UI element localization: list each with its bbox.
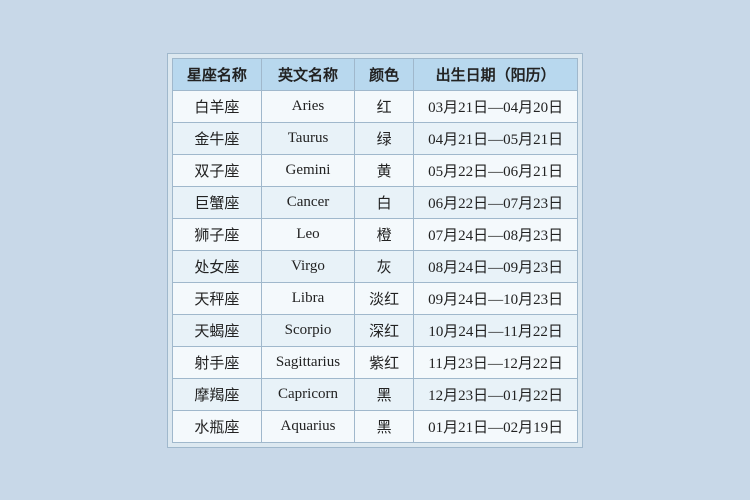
- cell-date: 06月22日—07月23日: [414, 186, 578, 218]
- table-container: 星座名称 英文名称 颜色 出生日期（阳历） 白羊座Aries红03月21日—04…: [167, 53, 583, 448]
- header-english-name: 英文名称: [261, 58, 354, 90]
- table-row: 狮子座Leo橙07月24日—08月23日: [172, 218, 577, 250]
- cell-chinese: 天蝎座: [172, 314, 261, 346]
- cell-english: Gemini: [261, 154, 354, 186]
- cell-english: Aries: [261, 90, 354, 122]
- cell-chinese: 射手座: [172, 346, 261, 378]
- cell-chinese: 狮子座: [172, 218, 261, 250]
- cell-date: 04月21日—05月21日: [414, 122, 578, 154]
- header-chinese-name: 星座名称: [172, 58, 261, 90]
- table-row: 处女座Virgo灰08月24日—09月23日: [172, 250, 577, 282]
- table-row: 摩羯座Capricorn黑12月23日—01月22日: [172, 378, 577, 410]
- cell-english: Scorpio: [261, 314, 354, 346]
- cell-color: 黑: [355, 410, 414, 442]
- cell-date: 01月21日—02月19日: [414, 410, 578, 442]
- cell-color: 深红: [355, 314, 414, 346]
- cell-date: 11月23日—12月22日: [414, 346, 578, 378]
- cell-color: 橙: [355, 218, 414, 250]
- table-body: 白羊座Aries红03月21日—04月20日金牛座Taurus绿04月21日—0…: [172, 90, 577, 442]
- table-header-row: 星座名称 英文名称 颜色 出生日期（阳历）: [172, 58, 577, 90]
- cell-chinese: 双子座: [172, 154, 261, 186]
- cell-chinese: 金牛座: [172, 122, 261, 154]
- cell-date: 10月24日—11月22日: [414, 314, 578, 346]
- cell-english: Taurus: [261, 122, 354, 154]
- header-date: 出生日期（阳历）: [414, 58, 578, 90]
- cell-chinese: 摩羯座: [172, 378, 261, 410]
- cell-date: 12月23日—01月22日: [414, 378, 578, 410]
- table-row: 白羊座Aries红03月21日—04月20日: [172, 90, 577, 122]
- cell-english: Leo: [261, 218, 354, 250]
- cell-chinese: 水瓶座: [172, 410, 261, 442]
- cell-date: 08月24日—09月23日: [414, 250, 578, 282]
- cell-color: 紫红: [355, 346, 414, 378]
- cell-english: Cancer: [261, 186, 354, 218]
- cell-date: 07月24日—08月23日: [414, 218, 578, 250]
- cell-chinese: 天秤座: [172, 282, 261, 314]
- table-row: 天蝎座Scorpio深红10月24日—11月22日: [172, 314, 577, 346]
- cell-color: 白: [355, 186, 414, 218]
- cell-color: 绿: [355, 122, 414, 154]
- cell-color: 红: [355, 90, 414, 122]
- header-color: 颜色: [355, 58, 414, 90]
- cell-color: 灰: [355, 250, 414, 282]
- zodiac-table: 星座名称 英文名称 颜色 出生日期（阳历） 白羊座Aries红03月21日—04…: [172, 58, 578, 443]
- cell-english: Aquarius: [261, 410, 354, 442]
- cell-color: 黑: [355, 378, 414, 410]
- cell-date: 09月24日—10月23日: [414, 282, 578, 314]
- table-row: 水瓶座Aquarius黑01月21日—02月19日: [172, 410, 577, 442]
- cell-chinese: 白羊座: [172, 90, 261, 122]
- table-row: 金牛座Taurus绿04月21日—05月21日: [172, 122, 577, 154]
- cell-english: Virgo: [261, 250, 354, 282]
- cell-color: 黄: [355, 154, 414, 186]
- cell-english: Capricorn: [261, 378, 354, 410]
- table-row: 射手座Sagittarius紫红11月23日—12月22日: [172, 346, 577, 378]
- cell-english: Sagittarius: [261, 346, 354, 378]
- cell-chinese: 巨蟹座: [172, 186, 261, 218]
- cell-english: Libra: [261, 282, 354, 314]
- cell-color: 淡红: [355, 282, 414, 314]
- table-row: 巨蟹座Cancer白06月22日—07月23日: [172, 186, 577, 218]
- table-row: 双子座Gemini黄05月22日—06月21日: [172, 154, 577, 186]
- cell-chinese: 处女座: [172, 250, 261, 282]
- cell-date: 03月21日—04月20日: [414, 90, 578, 122]
- cell-date: 05月22日—06月21日: [414, 154, 578, 186]
- table-row: 天秤座Libra淡红09月24日—10月23日: [172, 282, 577, 314]
